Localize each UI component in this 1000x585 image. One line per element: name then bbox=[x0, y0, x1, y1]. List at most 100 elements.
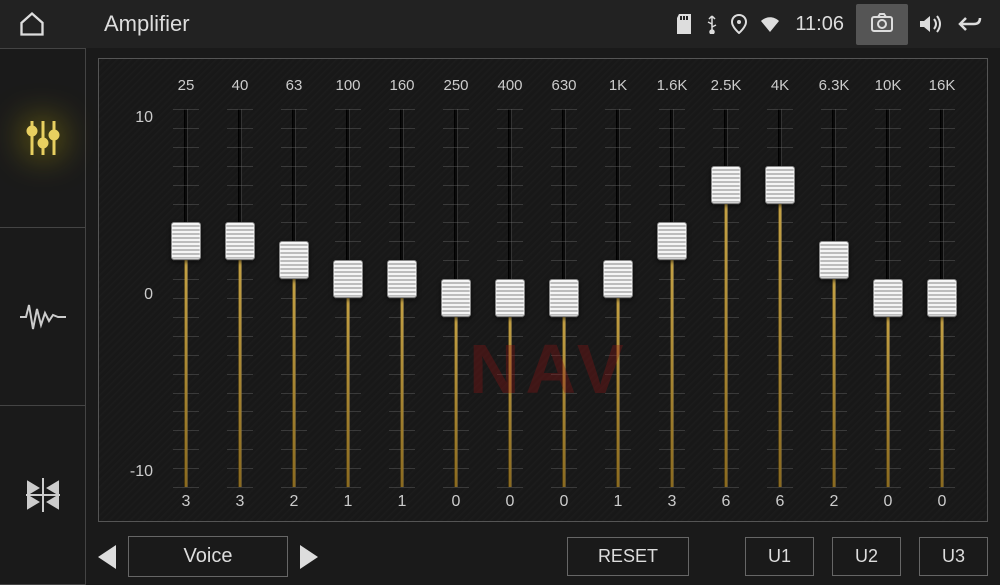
slider-thumb[interactable] bbox=[549, 279, 579, 317]
back-icon[interactable] bbox=[956, 14, 982, 34]
eq-band: 1.6K 3 bbox=[645, 77, 699, 515]
eq-band: 4K 6 bbox=[753, 77, 807, 515]
clock-time: 11:06 bbox=[795, 13, 844, 36]
band-slider[interactable] bbox=[873, 109, 903, 487]
user-preset-2-button[interactable]: U2 bbox=[832, 537, 901, 576]
location-icon bbox=[731, 14, 747, 34]
sdcard-icon bbox=[675, 14, 693, 34]
band-freq-label: 1.6K bbox=[657, 77, 688, 99]
preset-label[interactable]: Voice bbox=[128, 536, 288, 577]
band-value-label: 1 bbox=[398, 493, 407, 515]
band-freq-label: 250 bbox=[443, 77, 468, 99]
y-max: 10 bbox=[113, 109, 153, 127]
y-mid: 0 bbox=[113, 286, 153, 304]
band-freq-label: 630 bbox=[551, 77, 576, 99]
slider-thumb[interactable] bbox=[765, 166, 795, 204]
user-preset-3-button[interactable]: U3 bbox=[919, 537, 988, 576]
usb-icon bbox=[705, 14, 719, 34]
eq-band: 2.5K 6 bbox=[699, 77, 753, 515]
band-slider[interactable] bbox=[441, 109, 471, 487]
band-slider[interactable] bbox=[927, 109, 957, 487]
wifi-icon bbox=[759, 15, 781, 33]
equalizer-panel: 10 0 -10 253403632100116012500400063001K… bbox=[98, 58, 988, 522]
eq-band: 250 0 bbox=[429, 77, 483, 515]
band-value-label: 1 bbox=[614, 493, 623, 515]
band-slider[interactable] bbox=[387, 109, 417, 487]
band-slider[interactable] bbox=[819, 109, 849, 487]
preset-next-button[interactable] bbox=[300, 545, 318, 569]
band-freq-label: 100 bbox=[335, 77, 360, 99]
eq-band: 100 1 bbox=[321, 77, 375, 515]
band-value-label: 6 bbox=[776, 493, 785, 515]
eq-band: 1601 bbox=[375, 77, 429, 515]
tab-equalizer[interactable] bbox=[0, 49, 85, 228]
slider-thumb[interactable] bbox=[225, 222, 255, 260]
band-freq-label: 10K bbox=[875, 77, 902, 99]
y-axis: 10 0 -10 bbox=[113, 109, 153, 481]
band-freq-label: 2.5K bbox=[711, 77, 742, 99]
preset-prev-button[interactable] bbox=[98, 545, 116, 569]
volume-icon[interactable] bbox=[918, 13, 944, 35]
band-slider[interactable] bbox=[549, 109, 579, 487]
eq-band: 63 2 bbox=[267, 77, 321, 515]
band-value-label: 0 bbox=[938, 493, 947, 515]
band-value-label: 1 bbox=[344, 493, 353, 515]
band-value-label: 2 bbox=[830, 493, 839, 515]
reset-button[interactable]: RESET bbox=[567, 537, 689, 576]
band-freq-label: 1K bbox=[609, 77, 627, 99]
home-icon[interactable] bbox=[18, 10, 58, 38]
eq-band: 630 0 bbox=[537, 77, 591, 515]
band-freq-label: 4K bbox=[771, 77, 789, 99]
eq-band: 40 3 bbox=[213, 77, 267, 515]
band-freq-label: 6.3K bbox=[819, 77, 850, 99]
band-slider[interactable] bbox=[171, 109, 201, 487]
band-value-label: 3 bbox=[182, 493, 191, 515]
eq-band: 10K 0 bbox=[861, 77, 915, 515]
slider-thumb[interactable] bbox=[495, 279, 525, 317]
band-slider[interactable] bbox=[279, 109, 309, 487]
eq-band: 1K 1 bbox=[591, 77, 645, 515]
eq-band: 400 0 bbox=[483, 77, 537, 515]
tab-sound-wave[interactable] bbox=[0, 228, 85, 407]
band-freq-label: 63 bbox=[286, 77, 303, 99]
band-freq-label: 25 bbox=[178, 77, 195, 99]
slider-thumb[interactable] bbox=[279, 241, 309, 279]
y-min: -10 bbox=[113, 463, 153, 481]
band-freq-label: 160 bbox=[389, 77, 414, 99]
tab-balance[interactable] bbox=[0, 406, 85, 585]
band-slider[interactable] bbox=[333, 109, 363, 487]
band-value-label: 0 bbox=[884, 493, 893, 515]
band-value-label: 6 bbox=[722, 493, 731, 515]
band-value-label: 0 bbox=[560, 493, 569, 515]
band-value-label: 3 bbox=[668, 493, 677, 515]
user-preset-1-button[interactable]: U1 bbox=[745, 537, 814, 576]
eq-band: 16K 0 bbox=[915, 77, 969, 515]
app-title: Amplifier bbox=[104, 11, 190, 37]
slider-thumb[interactable] bbox=[711, 166, 741, 204]
screenshot-button[interactable] bbox=[856, 4, 908, 45]
band-value-label: 2 bbox=[290, 493, 299, 515]
band-value-label: 3 bbox=[236, 493, 245, 515]
slider-thumb[interactable] bbox=[333, 260, 363, 298]
slider-thumb[interactable] bbox=[387, 260, 417, 298]
eq-band: 6.3K 2 bbox=[807, 77, 861, 515]
band-freq-label: 400 bbox=[497, 77, 522, 99]
band-value-label: 0 bbox=[452, 493, 461, 515]
band-value-label: 0 bbox=[506, 493, 515, 515]
band-slider[interactable] bbox=[225, 109, 255, 487]
eq-band: 25 3 bbox=[159, 77, 213, 515]
slider-thumb[interactable] bbox=[441, 279, 471, 317]
slider-thumb[interactable] bbox=[171, 222, 201, 260]
band-slider[interactable] bbox=[711, 109, 741, 487]
slider-thumb[interactable] bbox=[927, 279, 957, 317]
band-slider[interactable] bbox=[603, 109, 633, 487]
slider-thumb[interactable] bbox=[819, 241, 849, 279]
slider-thumb[interactable] bbox=[603, 260, 633, 298]
slider-thumb[interactable] bbox=[873, 279, 903, 317]
band-slider[interactable] bbox=[765, 109, 795, 487]
band-slider[interactable] bbox=[495, 109, 525, 487]
band-slider[interactable] bbox=[657, 109, 687, 487]
band-freq-label: 16K bbox=[929, 77, 956, 99]
slider-thumb[interactable] bbox=[657, 222, 687, 260]
band-freq-label: 40 bbox=[232, 77, 249, 99]
